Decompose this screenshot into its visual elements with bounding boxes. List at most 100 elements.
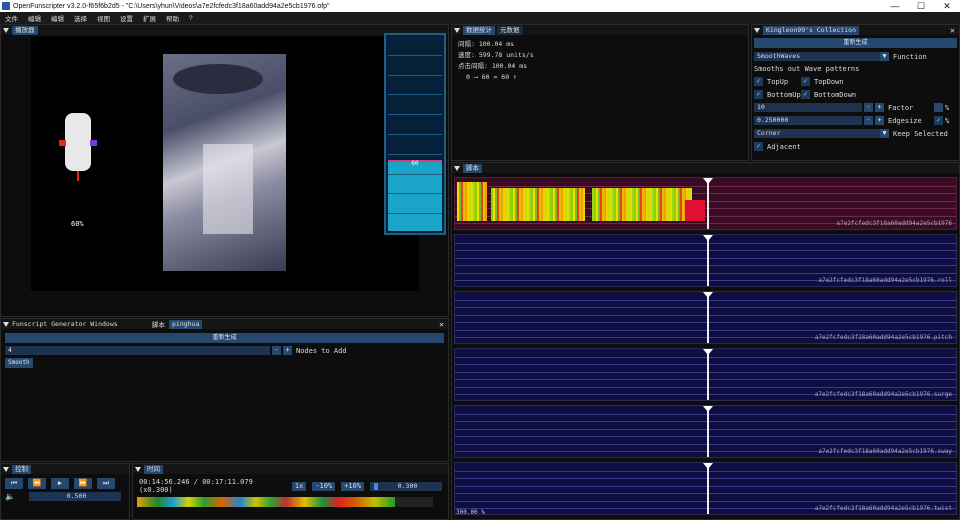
tab-metadata[interactable]: 元数据 xyxy=(497,25,523,35)
track-gridline xyxy=(455,314,956,316)
collapse-icon[interactable] xyxy=(454,27,460,33)
corner-select[interactable]: Corner xyxy=(754,129,880,138)
tab-stats[interactable]: 数据统计 xyxy=(463,25,495,35)
factor-toggle[interactable] xyxy=(934,103,943,112)
mode-select[interactable]: SmoothWaves xyxy=(754,52,880,61)
menu-item[interactable]: 编辑 xyxy=(46,13,69,23)
gridline xyxy=(388,213,442,215)
collapse-icon[interactable] xyxy=(454,165,460,171)
speed-grab[interactable] xyxy=(374,482,379,490)
playhead-cursor[interactable] xyxy=(702,463,713,514)
tab-collection[interactable]: Kingleon99's Collection xyxy=(763,25,860,35)
stroke-simulator[interactable] xyxy=(59,113,97,181)
script-track[interactable]: a7e2fcfedc3f18a60add94a2e5cb1976.roll xyxy=(454,234,957,287)
dropdown-arrow-icon[interactable]: ▼ xyxy=(880,52,889,61)
gridline xyxy=(388,153,442,155)
title-bar: OpenFunscripter v3.2.0-f65f6b2d5 - "C:\U… xyxy=(0,0,960,12)
speed-minus-button[interactable]: -10% xyxy=(312,481,336,491)
close-icon[interactable]: ✕ xyxy=(439,320,444,329)
playhead-cursor[interactable] xyxy=(702,235,713,286)
dropdown-arrow-icon[interactable]: ▼ xyxy=(880,129,889,138)
track-gridline xyxy=(455,299,956,301)
menu-item[interactable]: ? xyxy=(184,15,198,22)
track-gridline xyxy=(455,428,956,430)
maximize-button[interactable]: ☐ xyxy=(908,1,934,12)
smooth-button[interactable]: Smooth xyxy=(5,358,33,368)
last-icon[interactable]: ⏭ xyxy=(97,478,115,489)
checkbox-bottomup[interactable]: ✓ xyxy=(754,90,763,99)
forward-icon[interactable]: ⏩ xyxy=(74,478,92,489)
script-track[interactable]: a7e2fcfedc3f18a60add94a2e5cb1976.pitch xyxy=(454,291,957,344)
heatmap-progress-bar[interactable] xyxy=(137,497,433,507)
playhead-cursor[interactable] xyxy=(702,292,713,343)
keep-selected-label: Keep Selected xyxy=(893,129,948,138)
edgesize-decrement-button[interactable]: - xyxy=(864,116,873,125)
track-gridline xyxy=(455,379,956,381)
checkbox-adjacent[interactable]: ✓ xyxy=(754,142,763,151)
menu-item[interactable]: 扩展 xyxy=(138,13,161,23)
track-gridline xyxy=(455,356,956,358)
generator-regenerate-button[interactable]: 重新生成 xyxy=(5,333,444,343)
edgesize-toggle[interactable]: ✓ xyxy=(934,116,943,125)
track-gridline xyxy=(455,322,956,324)
collapse-icon[interactable] xyxy=(754,27,760,33)
collapse-icon[interactable] xyxy=(3,27,9,33)
menu-item[interactable]: 视图 xyxy=(92,13,115,23)
rewind-icon[interactable]: ⏪ xyxy=(28,478,46,489)
playhead-cursor[interactable] xyxy=(702,349,713,400)
speed-slider[interactable]: 0.300 xyxy=(370,481,442,491)
script-track[interactable]: a7e2fcfedc3f18a60add94a2e5cb1976.twist xyxy=(454,462,957,515)
speed-1x-button[interactable]: 1x xyxy=(291,481,307,491)
factor-decrement-button[interactable]: - xyxy=(864,103,873,112)
timeline-panel: 时间 00:14:56.246 / 00:17:11.079 (x0.300) … xyxy=(132,463,449,520)
regenerate-button[interactable]: 重新生成 xyxy=(754,38,957,48)
menu-item[interactable]: 选择 xyxy=(69,13,92,23)
track-gridline xyxy=(455,250,956,252)
playhead-cursor[interactable] xyxy=(702,178,713,229)
edgesize-increment-button[interactable]: + xyxy=(875,116,884,125)
minimize-button[interactable]: — xyxy=(882,1,908,12)
checkbox-bottomdown[interactable]: ✓ xyxy=(801,90,810,99)
factor-input[interactable]: 10 xyxy=(754,103,862,112)
tab-player[interactable]: 播放器 xyxy=(12,25,38,35)
menu-item[interactable]: 文件 xyxy=(0,13,23,23)
collapse-icon[interactable] xyxy=(3,321,9,327)
close-icon[interactable]: ✕ xyxy=(950,26,955,35)
menu-item[interactable]: 设置 xyxy=(115,13,138,23)
track-gridline xyxy=(455,421,956,423)
stat-interval: 间隔: 100.04 ms xyxy=(458,40,515,48)
factor-increment-button[interactable]: + xyxy=(875,103,884,112)
nodes-decrement-button[interactable]: - xyxy=(272,346,281,355)
control-panel: 控制 ⏮ ⏪ ▶ ⏩ ⏭ 🔈 0.500 xyxy=(0,463,130,520)
mode-label: Function xyxy=(893,52,927,61)
checkbox-topdown[interactable]: ✓ xyxy=(801,77,810,86)
speed-plus-button[interactable]: +10% xyxy=(341,481,365,491)
menu-item[interactable]: 编辑 xyxy=(23,13,46,23)
menu-item[interactable]: 帮助 xyxy=(161,13,184,23)
volume-slider[interactable]: 0.500 xyxy=(29,492,121,501)
collapse-icon[interactable] xyxy=(135,466,141,472)
checkbox-topup[interactable]: ✓ xyxy=(754,77,763,86)
edgesize-input[interactable]: 0.250000 xyxy=(754,116,862,125)
close-window-button[interactable]: ✕ xyxy=(934,1,960,12)
script-name-field[interactable]: pinghua xyxy=(169,319,203,329)
tab-control[interactable]: 控制 xyxy=(12,464,31,474)
script-track[interactable]: a7e2fcfedc3f18a60add94a2e5cb1976 xyxy=(454,177,957,230)
tab-scripts[interactable]: 脚本 xyxy=(463,163,482,173)
playhead-cursor[interactable] xyxy=(702,406,713,457)
script-track[interactable]: a7e2fcfedc3f18a60add94a2e5cb1976.sway xyxy=(454,405,957,458)
window-title: OpenFunscripter v3.2.0-f65f6b2d5 - "C:\U… xyxy=(13,2,330,10)
video-area[interactable]: 60% xyxy=(31,37,419,291)
track-gridline xyxy=(455,413,956,415)
first-icon[interactable]: ⏮ xyxy=(5,478,23,489)
nodes-input[interactable]: 4 xyxy=(5,346,270,355)
play-icon[interactable]: ▶ xyxy=(51,478,69,489)
nodes-increment-button[interactable]: + xyxy=(283,346,292,355)
simulator-marker-left xyxy=(59,140,66,146)
script-track[interactable]: a7e2fcfedc3f18a60add94a2e5cb1976.surge xyxy=(454,348,957,401)
track-gridline xyxy=(455,436,956,438)
track-gridline xyxy=(455,242,956,244)
tab-time[interactable]: 时间 xyxy=(144,464,163,474)
heatmap-fill xyxy=(137,497,395,507)
collapse-icon[interactable] xyxy=(3,466,9,472)
